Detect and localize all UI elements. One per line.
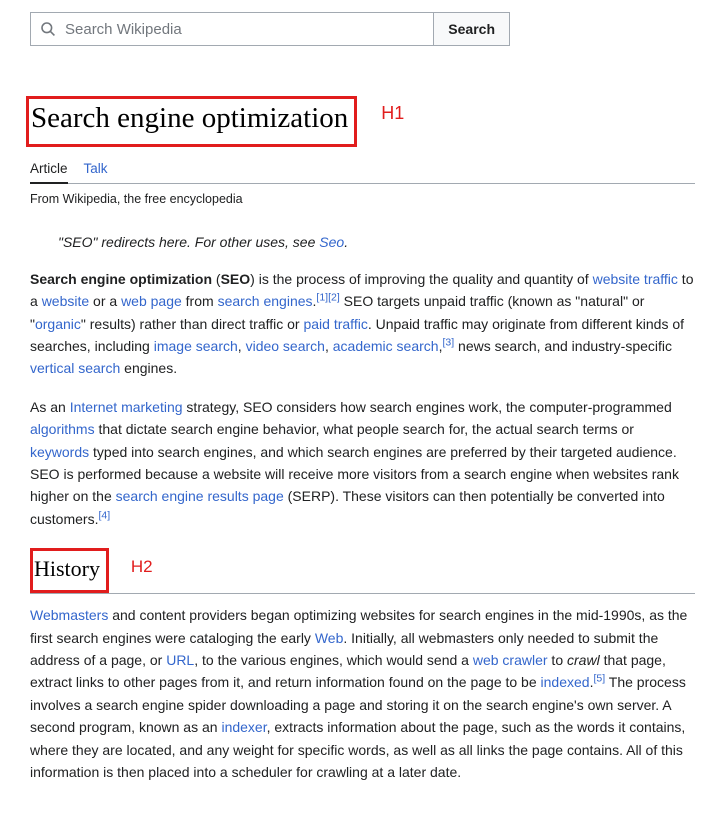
search-button[interactable]: Search	[433, 13, 509, 45]
ref-4[interactable]: [4]	[98, 509, 110, 521]
paragraph-2: As an Internet marketing strategy, SEO c…	[30, 396, 695, 530]
hatnote-prefix: "SEO" redirects here. For other uses, se…	[58, 234, 319, 250]
link-serp[interactable]: search engine results page	[116, 488, 284, 504]
h1-annotation-label: H1	[381, 103, 404, 124]
tab-article[interactable]: Article	[30, 161, 68, 184]
tab-talk[interactable]: Talk	[84, 161, 108, 183]
link-organic[interactable]: organic	[35, 316, 81, 332]
link-web-crawler[interactable]: web crawler	[473, 652, 548, 668]
article-body: Search engine optimization (SEO) is the …	[30, 268, 695, 784]
hatnote-suffix: .	[344, 234, 348, 250]
paragraph-3: Webmasters and content providers began o…	[30, 604, 695, 783]
h2-annotation-label: H2	[131, 553, 153, 580]
search-icon	[31, 13, 65, 45]
italic-crawl: crawl	[567, 652, 600, 668]
link-academic-search[interactable]: academic search	[333, 338, 439, 354]
section-heading-row: History H2	[30, 548, 695, 594]
h1-annotation-box: Search engine optimization H1	[26, 96, 357, 147]
tab-bar: Article Talk	[30, 161, 695, 184]
link-image-search[interactable]: image search	[154, 338, 238, 354]
bold-term: Search engine optimization	[30, 271, 212, 287]
ref-3[interactable]: [3]	[442, 336, 454, 348]
paragraph-1: Search engine optimization (SEO) is the …	[30, 268, 695, 380]
ref-5[interactable]: [5]	[593, 673, 605, 685]
link-indexed[interactable]: indexed	[541, 674, 590, 690]
page-title: Search engine optimization	[31, 101, 348, 136]
h2-annotation-box: History	[30, 548, 109, 593]
link-internet-marketing[interactable]: Internet marketing	[70, 399, 183, 415]
hatnote: "SEO" redirects here. For other uses, se…	[58, 234, 705, 250]
link-video-search[interactable]: video search	[246, 338, 325, 354]
hatnote-link[interactable]: Seo	[319, 234, 344, 250]
ref-1[interactable]: [1]	[316, 292, 328, 304]
link-algorithms[interactable]: algorithms	[30, 421, 95, 437]
link-vertical-search[interactable]: vertical search	[30, 360, 120, 376]
section-heading-history: History	[34, 551, 100, 586]
bold-abbr: SEO	[221, 271, 251, 287]
link-url[interactable]: URL	[166, 652, 194, 668]
search-input[interactable]	[65, 13, 433, 45]
link-web[interactable]: Web	[315, 630, 344, 646]
link-website-traffic[interactable]: website traffic	[593, 271, 678, 287]
search-bar: Search	[30, 12, 510, 46]
link-web-page[interactable]: web page	[121, 293, 182, 309]
link-keywords[interactable]: keywords	[30, 444, 89, 460]
link-paid-traffic[interactable]: paid traffic	[303, 316, 367, 332]
link-search-engines[interactable]: search engines	[218, 293, 313, 309]
link-webmasters[interactable]: Webmasters	[30, 607, 108, 623]
page-subtitle: From Wikipedia, the free encyclopedia	[30, 192, 705, 206]
ref-2[interactable]: [2]	[328, 292, 340, 304]
link-website[interactable]: website	[42, 293, 89, 309]
